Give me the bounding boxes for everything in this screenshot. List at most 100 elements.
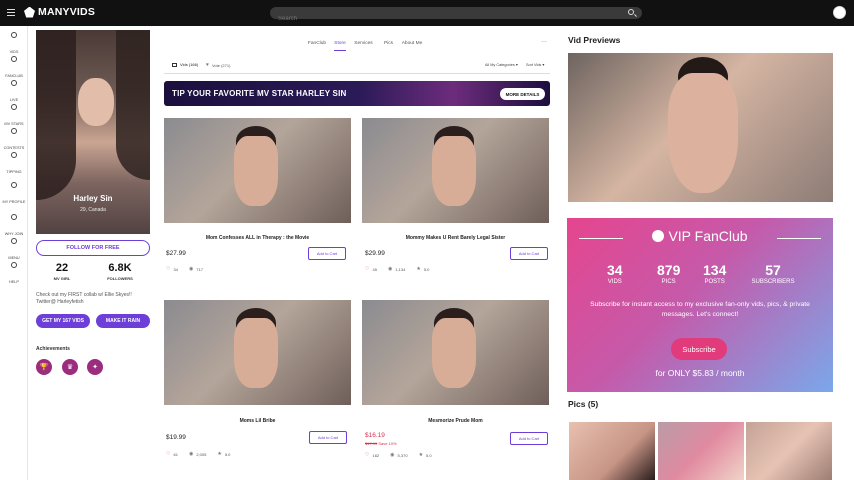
eye-icon: ◉ bbox=[390, 452, 395, 458]
eye-icon: ◉ bbox=[188, 266, 194, 272]
video-icon bbox=[172, 62, 177, 67]
nav-item-why-join[interactable]: WHY JOIN bbox=[0, 214, 28, 240]
video-thumbnail[interactable] bbox=[164, 118, 351, 223]
heart-icon[interactable]: ♡ bbox=[365, 452, 369, 458]
video-title[interactable]: Mesmorize Prude Mom bbox=[362, 418, 549, 424]
nav-item-my-profile[interactable]: MY PROFILE bbox=[0, 182, 28, 208]
video-stats: ♡ 34 ◉ 717 bbox=[166, 266, 203, 272]
heart-icon[interactable]: ♡ bbox=[365, 266, 369, 272]
search-bar[interactable] bbox=[270, 7, 642, 25]
manyvids-logo[interactable]: MANYVIDS bbox=[24, 6, 95, 18]
trophy-badge-icon[interactable]: 🏆 bbox=[36, 359, 52, 375]
star-icon: ★ bbox=[418, 452, 424, 458]
more-options-icon[interactable]: ··· bbox=[541, 39, 547, 45]
profile-bio: Check out my FIRST collab w/ Ellie Skyes… bbox=[36, 292, 132, 305]
nav-item-tipping[interactable]: TIPPING bbox=[0, 152, 28, 178]
add-to-cart-button[interactable]: Add to Cart bbox=[308, 247, 346, 260]
achievements-title: Achievements bbox=[36, 346, 70, 352]
vip-fanclub-card: VIP FanClub 34 VIDS 879 PICS 134 POSTS 5… bbox=[567, 218, 833, 392]
video-stats: ♡ 45 ◉ 1,134 ★ 5.0 bbox=[365, 266, 430, 272]
category-dropdown[interactable]: All My Categories ▾ bbox=[485, 62, 518, 67]
follow-button[interactable]: FOLLOW FOR FREE bbox=[36, 240, 150, 256]
stat-followers: 6.8K FOLLOWERS bbox=[107, 262, 133, 281]
pic-thumbnail[interactable] bbox=[569, 422, 655, 480]
nav-item-contests[interactable]: CONTESTS bbox=[0, 128, 28, 154]
add-to-cart-button[interactable]: Add to Cart bbox=[510, 432, 548, 445]
banner-text: TIP YOUR FAVORITE MV STAR HARLEY SIN bbox=[172, 89, 347, 98]
subtab-likes[interactable]: ♥ Vote (271) bbox=[206, 62, 230, 68]
lock-icon bbox=[652, 230, 665, 242]
video-stats: ♡ 61 ◉ 2,005 ★ 5.0 bbox=[166, 451, 231, 457]
profile-photo: Harley Sin 29, Canada bbox=[36, 30, 150, 234]
tab-store[interactable]: Store bbox=[334, 41, 346, 51]
tab-pics[interactable]: Pics bbox=[381, 41, 396, 51]
profile-name: Harley Sin bbox=[73, 194, 113, 203]
nav-item-help[interactable]: HELP bbox=[0, 262, 28, 288]
pic-thumbnail[interactable] bbox=[658, 422, 744, 480]
cursor-icon bbox=[11, 152, 17, 158]
top-bar: MANYVIDS bbox=[0, 0, 854, 26]
nav-item-live[interactable]: LIVE bbox=[0, 80, 28, 106]
nav-item-mv-stars[interactable]: MV STARS bbox=[0, 104, 28, 130]
heart-icon[interactable]: ♡ bbox=[166, 266, 170, 272]
more-details-button[interactable]: MORE DETAILS bbox=[500, 88, 545, 100]
heart-icon bbox=[11, 56, 17, 62]
add-to-cart-button[interactable]: Add to Cart bbox=[510, 247, 548, 260]
star-icon: ★ bbox=[416, 266, 421, 272]
vip-stat-posts: 134 POSTS bbox=[703, 262, 727, 285]
logo-icon bbox=[24, 6, 35, 18]
search-input[interactable] bbox=[270, 13, 610, 25]
help-icon bbox=[11, 262, 17, 268]
crown-badge-icon[interactable]: ♛ bbox=[62, 359, 78, 375]
eye-icon: ◉ bbox=[188, 451, 194, 457]
tab-about-me[interactable]: About Me bbox=[396, 41, 428, 51]
tab-fanclub[interactable]: FanClub bbox=[300, 41, 334, 51]
get-vids-button[interactable]: GET MY 167 VIDS bbox=[36, 314, 90, 328]
star-icon: ★ bbox=[217, 451, 222, 457]
pic-thumbnail[interactable] bbox=[746, 422, 832, 480]
profile-hair-right bbox=[116, 30, 150, 180]
hamburger-menu-icon[interactable] bbox=[7, 9, 15, 16]
stat-mv-girl: 22 MV GIRL bbox=[53, 262, 71, 281]
subtab-vids[interactable]: Vids (166) bbox=[172, 62, 198, 67]
live-icon bbox=[11, 80, 17, 86]
subscribe-button[interactable]: Subscribe bbox=[671, 338, 727, 360]
heart-icon: ♥ bbox=[206, 62, 209, 68]
tab-services[interactable]: Services bbox=[346, 41, 381, 51]
sort-dropdown[interactable]: Sort Vids ▾ bbox=[526, 62, 544, 67]
tip-banner[interactable]: TIP YOUR FAVORITE MV STAR HARLEY SIN MOR… bbox=[164, 81, 550, 106]
thumb-figure bbox=[432, 318, 476, 388]
profile-face bbox=[78, 78, 114, 126]
video-price: $29.99 bbox=[365, 250, 385, 257]
vip-title: VIP FanClub bbox=[567, 228, 833, 244]
thumb-figure bbox=[234, 318, 278, 388]
profile-hair-left bbox=[36, 30, 76, 200]
video-price: $27.99 bbox=[166, 250, 186, 257]
nav-item-vids[interactable]: VIDS bbox=[0, 32, 28, 58]
video-title[interactable]: Mom Confesses ALL in Therapy : the Movie bbox=[164, 235, 351, 241]
add-to-cart-button[interactable]: Add to Cart bbox=[309, 431, 347, 444]
nav-item-menu[interactable]: MENU bbox=[0, 238, 28, 264]
user-avatar[interactable] bbox=[833, 6, 846, 19]
search-icon[interactable] bbox=[628, 9, 634, 15]
heart-icon[interactable]: ♡ bbox=[166, 451, 170, 457]
star-badge-icon[interactable]: ✦ bbox=[87, 359, 103, 375]
menu-icon bbox=[11, 238, 17, 244]
user-icon bbox=[11, 182, 17, 188]
store-subtabs: Vids (166) ♥ Vote (271) All My Categorie… bbox=[164, 57, 550, 74]
preview-figure bbox=[668, 73, 738, 193]
video-title[interactable]: Moms Lil Bribe bbox=[164, 418, 351, 424]
video-stats: ♡ 162 ◉ 5,370 ★ 5.0 bbox=[365, 452, 432, 458]
video-thumbnail[interactable] bbox=[362, 300, 549, 405]
make-it-rain-button[interactable]: MAKE IT RAIN bbox=[96, 314, 150, 328]
vip-stat-subscribers: 57 SUBSCRIBERS bbox=[751, 262, 795, 285]
content-tabs: FanClub Store Services Pics About Me bbox=[300, 41, 428, 51]
left-navigation: VIDS FANCLUB LIVE MV STARS CONTESTS TIPP… bbox=[0, 26, 28, 480]
video-original-price: $17.99 Save 10% bbox=[365, 441, 397, 446]
nav-item-fanclub[interactable]: FANCLUB bbox=[0, 56, 28, 82]
video-title[interactable]: Mommy Makes U Rent Barely Legal Sister bbox=[362, 235, 549, 241]
video-thumbnail[interactable] bbox=[164, 300, 351, 405]
vid-preview-player[interactable] bbox=[568, 53, 833, 202]
video-thumbnail[interactable] bbox=[362, 118, 549, 223]
thumb-figure bbox=[432, 136, 476, 206]
